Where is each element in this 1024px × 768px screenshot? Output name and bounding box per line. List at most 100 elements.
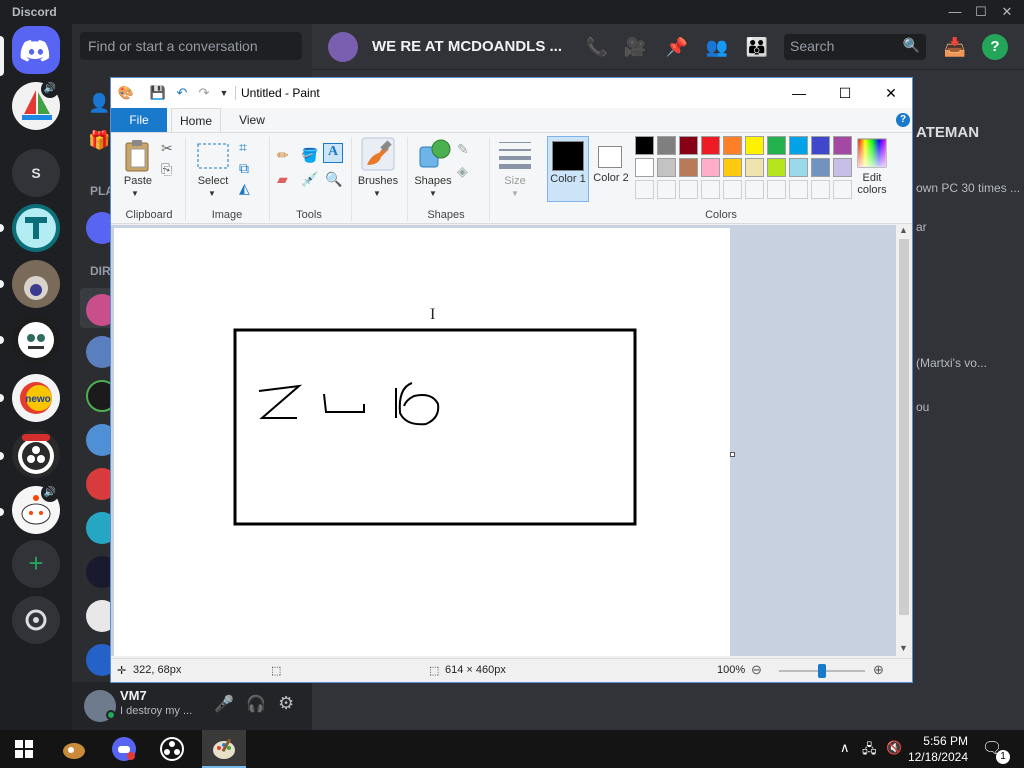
zoom-out-icon[interactable]: ⊖ xyxy=(751,662,762,678)
palette-swatch[interactable] xyxy=(767,136,786,155)
palette-swatch[interactable] xyxy=(789,158,808,177)
voice-call-icon[interactable]: 📞 xyxy=(584,34,610,60)
server-s[interactable]: S xyxy=(12,149,60,197)
find-conversation-input[interactable]: Find or start a conversation xyxy=(80,32,302,60)
custom-color-slot[interactable] xyxy=(657,180,676,199)
redo-icon[interactable]: ↷ xyxy=(195,84,213,102)
view-tab[interactable]: View xyxy=(227,108,277,132)
edit-colors-button[interactable]: Edit colors xyxy=(853,136,891,202)
show-hidden-icons[interactable]: ∧ xyxy=(840,740,850,756)
zoom-in-icon[interactable]: ⊕ xyxy=(873,662,884,678)
paste-dropdown-icon[interactable]: ▼ xyxy=(131,189,139,198)
palette-swatch[interactable] xyxy=(723,158,742,177)
custom-color-slot[interactable] xyxy=(789,180,808,199)
brushes-button[interactable]: Brushes xyxy=(355,175,401,187)
microphone-icon[interactable]: 🎤 xyxy=(214,694,234,714)
cut-icon[interactable]: ✂ xyxy=(161,140,173,156)
friends-icon[interactable]: 👤 xyxy=(88,93,112,117)
palette-swatch[interactable] xyxy=(745,136,764,155)
select-button[interactable]: Select xyxy=(193,175,233,187)
color-picker-icon[interactable]: 💉 xyxy=(301,171,318,187)
resize-icon[interactable]: ⧉ xyxy=(239,160,249,176)
save-icon[interactable]: 💾 xyxy=(149,84,167,102)
custom-color-slot[interactable] xyxy=(767,180,786,199)
palette-swatch[interactable] xyxy=(679,136,698,155)
pinned-messages-icon[interactable]: 📌 xyxy=(664,34,690,60)
size-dropdown-icon[interactable]: ▼ xyxy=(511,189,519,198)
zoom-slider-thumb[interactable] xyxy=(818,664,826,678)
custom-color-slot[interactable] xyxy=(679,180,698,199)
member-list-icon[interactable]: 👪 xyxy=(744,34,770,60)
video-call-icon[interactable]: 🎥 xyxy=(622,34,648,60)
text-tool-icon[interactable]: A xyxy=(323,143,343,163)
nitro-icon[interactable]: 🎁 xyxy=(88,130,112,154)
add-friends-icon[interactable]: 👥 xyxy=(704,34,730,60)
copy-icon[interactable]: ⎘ xyxy=(161,161,172,177)
close-button[interactable]: ✕ xyxy=(868,78,914,108)
undo-icon[interactable]: ↶ xyxy=(173,84,191,102)
server-mascot[interactable] xyxy=(12,316,60,364)
channel-title[interactable]: WE RE AT MCDOANDLS ... xyxy=(372,38,562,55)
file-tab[interactable]: File xyxy=(111,108,167,132)
search-input[interactable]: Search 🔍 xyxy=(784,34,926,60)
discord-maximize-button[interactable]: ☐ xyxy=(970,2,992,22)
scroll-down-icon[interactable]: ▼ xyxy=(899,643,908,653)
brushes-dropdown-icon[interactable]: ▼ xyxy=(373,189,381,198)
paint-app-icon[interactable]: 🎨 xyxy=(117,84,135,102)
add-server-button[interactable]: + xyxy=(12,540,60,588)
scroll-up-icon[interactable]: ▲ xyxy=(899,225,908,235)
help-icon[interactable]: ? xyxy=(982,34,1008,60)
color1-button[interactable]: Color 1 xyxy=(547,136,589,202)
pencil-icon[interactable]: ✏ xyxy=(277,147,289,163)
palette-swatch[interactable] xyxy=(833,158,852,177)
canvas-resize-handle[interactable] xyxy=(730,452,735,457)
server-obs[interactable] xyxy=(12,430,60,478)
palette-swatch[interactable] xyxy=(701,136,720,155)
start-button[interactable] xyxy=(2,732,46,766)
size-button[interactable]: Size xyxy=(499,175,531,187)
palette-swatch[interactable] xyxy=(723,136,742,155)
taskbar-app-paint[interactable] xyxy=(202,732,246,766)
palette-swatch[interactable] xyxy=(811,158,830,177)
taskbar-app-discord[interactable] xyxy=(102,732,146,766)
minimize-button[interactable]: — xyxy=(776,78,822,108)
discord-minimize-button[interactable]: — xyxy=(944,2,966,22)
palette-swatch[interactable] xyxy=(657,136,676,155)
shapes-dropdown-icon[interactable]: ▼ xyxy=(429,189,437,198)
eraser-icon[interactable]: ▰ xyxy=(277,171,288,187)
help-icon[interactable]: ? xyxy=(896,113,910,127)
vertical-scrollbar[interactable]: ▲ ▼ xyxy=(896,225,912,656)
volume-muted-icon[interactable]: 🔇 xyxy=(886,740,902,756)
palette-swatch[interactable] xyxy=(789,136,808,155)
palette-swatch[interactable] xyxy=(811,136,830,155)
taskbar-app-obs[interactable] xyxy=(150,732,194,766)
palette-swatch[interactable] xyxy=(745,158,764,177)
palette-swatch[interactable] xyxy=(635,158,654,177)
server-t[interactable] xyxy=(12,204,60,252)
scroll-thumb[interactable] xyxy=(899,239,909,615)
explore-servers-button[interactable] xyxy=(12,596,60,644)
palette-swatch[interactable] xyxy=(833,136,852,155)
outline-icon[interactable]: ✎ xyxy=(457,141,469,157)
drawing-canvas[interactable]: I xyxy=(114,228,730,656)
taskbar-app-gimp[interactable] xyxy=(52,732,96,766)
server-animal[interactable] xyxy=(12,260,60,308)
custom-color-slot[interactable] xyxy=(745,180,764,199)
custom-color-slot[interactable] xyxy=(811,180,830,199)
fill-bucket-icon[interactable]: 🪣 xyxy=(301,147,318,163)
custom-color-slot[interactable] xyxy=(723,180,742,199)
palette-swatch[interactable] xyxy=(635,136,654,155)
custom-color-slot[interactable] xyxy=(833,180,852,199)
discord-home-button[interactable] xyxy=(12,26,60,74)
maximize-button[interactable]: ☐ xyxy=(822,78,868,108)
palette-swatch[interactable] xyxy=(657,158,676,177)
discord-close-button[interactable]: ✕ xyxy=(996,2,1018,22)
color2-button[interactable]: Color 2 xyxy=(591,136,631,202)
customize-qat-icon[interactable]: ▼ xyxy=(215,84,233,102)
palette-swatch[interactable] xyxy=(679,158,698,177)
server-newo[interactable]: newo xyxy=(12,374,60,422)
select-dropdown-icon[interactable]: ▼ xyxy=(208,189,216,198)
fill-icon[interactable]: ◈ xyxy=(457,163,468,179)
home-tab[interactable]: Home xyxy=(171,108,221,132)
paste-button[interactable]: Paste xyxy=(122,175,154,187)
